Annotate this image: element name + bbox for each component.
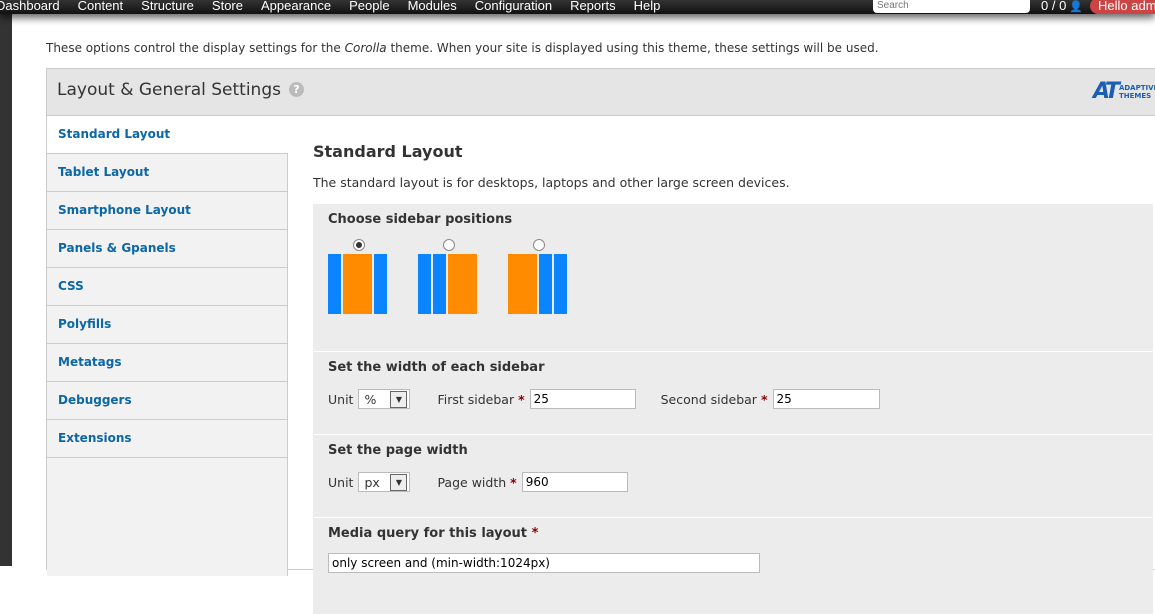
section-title: Standard Layout: [313, 142, 463, 161]
sidebar-unit-select[interactable]: % ▼: [358, 389, 411, 409]
panel-header: Layout & General Settings? AT ADAPTIVE THE…: [47, 69, 1155, 116]
layout-preview: [508, 254, 569, 314]
panel-title: Layout & General Settings?: [57, 80, 304, 100]
layout-preview: [328, 254, 389, 314]
layout-option-both-right[interactable]: [508, 239, 598, 314]
required-marker: *: [510, 474, 517, 490]
layout-option-both-sides[interactable]: [328, 239, 418, 314]
section-description: The standard layout is for desktops, lap…: [313, 175, 790, 190]
first-sidebar-label: First sidebar: [437, 391, 515, 407]
menu-content[interactable]: Content: [78, 0, 124, 13]
page-width-fieldset: Set the page width Unit px ▼ Page width *: [313, 435, 1153, 518]
layout-preview: [418, 254, 479, 314]
toolbar-menu: Dashboard Content Structure Store Appear…: [0, 0, 678, 13]
required-marker: *: [531, 526, 539, 541]
intro-before: These options control the display settin…: [46, 41, 345, 55]
dropdown-arrow-icon: ▼: [390, 390, 408, 408]
unit-label: Unit: [328, 391, 354, 407]
menu-help[interactable]: Help: [634, 0, 661, 13]
media-query-fieldset: Media query for this layout *: [313, 518, 1153, 615]
vertical-tabs: Standard Layout Tablet Layout Smartphone…: [47, 116, 288, 576]
tab-standard-layout[interactable]: Standard Layout: [47, 116, 288, 154]
theme-name: Corolla: [344, 41, 387, 55]
first-sidebar-input[interactable]: [529, 389, 636, 409]
tab-css[interactable]: CSS: [47, 268, 287, 306]
selected-unit: %: [364, 391, 377, 407]
page-unit-select[interactable]: px ▼: [358, 472, 411, 492]
menu-dashboard[interactable]: Dashboard: [0, 0, 60, 13]
menu-configuration[interactable]: Configuration: [475, 0, 552, 13]
page-width-field-label: Page width: [437, 474, 507, 490]
sidebar-positions-label: Choose sidebar positions: [328, 212, 513, 227]
tab-smartphone-layout[interactable]: Smartphone Layout: [47, 192, 287, 230]
tab-panels[interactable]: Panels & Gpanels: [47, 230, 287, 268]
tab-extensions[interactable]: Extensions: [47, 420, 287, 458]
menu-people[interactable]: People: [349, 0, 389, 13]
radio-button[interactable]: [443, 239, 455, 251]
second-sidebar-label: Second sidebar: [660, 391, 757, 407]
help-icon[interactable]: ?: [288, 82, 304, 97]
radio-button[interactable]: [533, 239, 545, 251]
menu-structure[interactable]: Structure: [141, 0, 194, 13]
panel-title-text: Layout & General Settings: [57, 80, 281, 100]
tab-tablet-layout[interactable]: Tablet Layout: [47, 154, 287, 192]
adaptive-themes-logo[interactable]: AT ADAPTIVE THEMES: [1093, 79, 1155, 104]
left-border: [0, 14, 12, 566]
radio-button[interactable]: [353, 239, 365, 251]
intro-after: theme. When your site is displayed using…: [386, 41, 879, 55]
settings-panel: Layout & General Settings? AT ADAPTIVE THE…: [46, 68, 1155, 615]
hello-user-link[interactable]: Hello admin: [1090, 0, 1155, 14]
logo-mark: AT: [1093, 79, 1120, 104]
second-sidebar-input[interactable]: [772, 389, 880, 409]
menu-reports[interactable]: Reports: [570, 0, 616, 13]
search-input[interactable]: [873, 0, 1030, 13]
media-query-label: Media query for this layout: [328, 526, 528, 541]
sidebar-positions-fieldset: Choose sidebar positions: [313, 204, 1153, 352]
dropdown-arrow-icon: ▼: [390, 473, 408, 491]
required-marker: *: [518, 391, 525, 407]
admin-toolbar: Dashboard Content Structure Store Appear…: [0, 0, 1155, 14]
menu-appearance[interactable]: Appearance: [261, 0, 331, 13]
media-query-input[interactable]: [328, 553, 760, 573]
sidebar-width-fieldset: Set the width of each sidebar Unit % ▼ Fi…: [313, 352, 1153, 435]
selected-unit: px: [364, 474, 380, 490]
page-width-input[interactable]: [521, 472, 628, 492]
user-count: 0 / 0: [1041, 0, 1067, 13]
tab-debuggers[interactable]: Debuggers: [47, 382, 287, 420]
logo-text: ADAPTIVE THEMES: [1118, 83, 1155, 100]
unit-label: Unit: [328, 474, 354, 490]
tab-content: Standard Layout The standard layout is f…: [313, 116, 1153, 615]
page-width-label: Set the page width: [328, 443, 468, 458]
layout-option-both-left[interactable]: [418, 239, 508, 314]
required-marker: *: [760, 391, 768, 407]
tab-metatags[interactable]: Metatags: [47, 344, 287, 382]
menu-modules[interactable]: Modules: [408, 0, 457, 13]
users-icon: 👤: [1069, 1, 1083, 13]
intro-text: These options control the display settin…: [46, 41, 879, 55]
sidebar-width-label: Set the width of each sidebar: [328, 360, 545, 375]
tab-polyfills[interactable]: Polyfills: [47, 306, 287, 344]
menu-store[interactable]: Store: [212, 0, 243, 13]
